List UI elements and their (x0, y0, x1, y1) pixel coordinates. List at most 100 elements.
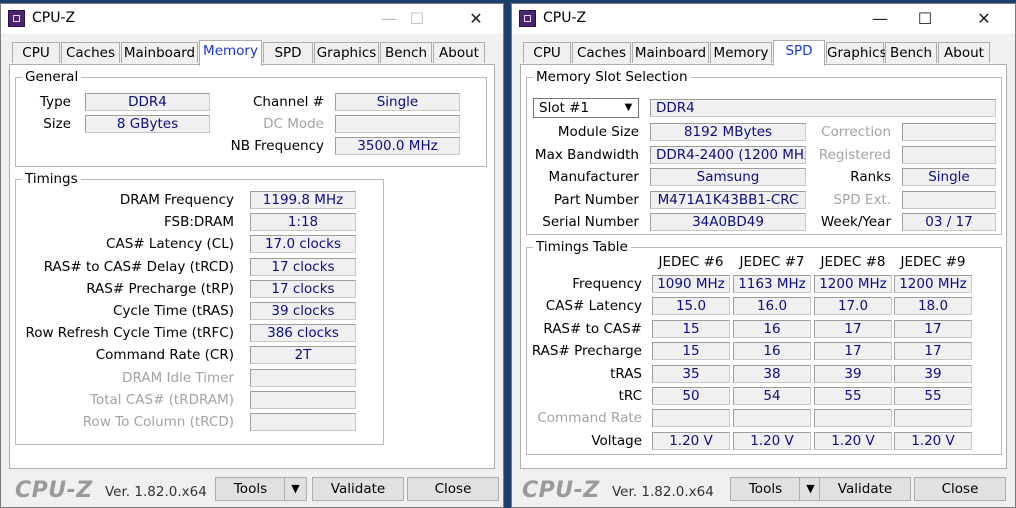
spd-cell: 1200 MHz (814, 275, 892, 293)
jedec-column-header: JEDEC #7 (739, 254, 805, 270)
jedec-column-header: JEDEC #9 (900, 254, 966, 270)
tab-mainboard[interactable]: Mainboard (632, 42, 709, 63)
tools-dropdown-arrow-icon[interactable]: ▼ (799, 478, 821, 500)
manufacturer-label: Manufacturer (548, 169, 639, 185)
window-title: CPU-Z (32, 10, 76, 26)
maximize-button[interactable]: ☐ (902, 4, 948, 34)
spd-cell: 1163 MHz (733, 275, 811, 293)
size-value: 8 GBytes (85, 115, 210, 133)
spd-row-label: Voltage (591, 432, 642, 449)
tab-memory[interactable]: Memory (199, 40, 262, 66)
memory-page: General Type DDR4 Size 8 GBytes Channel … (9, 64, 495, 469)
tab-about[interactable]: About (433, 42, 485, 63)
tab-graphics[interactable]: Graphics (826, 42, 887, 63)
chevron-down-icon[interactable]: ▼ (619, 99, 638, 117)
spd-cell: 17 (894, 319, 972, 338)
module-size-label: Module Size (557, 124, 639, 140)
timing-value: 1199.8 MHz (250, 191, 356, 209)
timing-value: 17 clocks (250, 279, 356, 298)
spd-row-label: RAS# to CAS# (543, 320, 642, 337)
ranks-label: Ranks (850, 169, 891, 185)
week-year-label: Week/Year (820, 214, 891, 230)
week-year-value: 03 / 17 (902, 213, 996, 231)
tab-memory[interactable]: Memory (710, 42, 772, 63)
dc-mode-value (335, 115, 460, 133)
tools-dropdown-arrow-icon[interactable]: ▼ (284, 478, 306, 500)
correction-value (902, 123, 996, 141)
part-number-value: M471A1K43BB1-CRC (650, 191, 806, 209)
tab-cpu[interactable]: CPU (12, 42, 60, 63)
spd-page: Memory Slot Selection Slot #1 ▼ DDR4 Mod… (520, 64, 1007, 469)
version-text: Ver. 1.82.0.x64 (612, 484, 714, 500)
spd-cell: 39 (814, 364, 892, 383)
cpuz-app-icon (519, 10, 536, 27)
spd-cell (733, 409, 811, 428)
spd-cell: 1090 MHz (652, 275, 730, 293)
timing-value (250, 390, 356, 409)
memory-slot-group: Memory Slot Selection Slot #1 ▼ DDR4 Mod… (526, 69, 1002, 235)
title-bar[interactable]: CPU-Z — ☐ ✕ (1, 4, 503, 34)
nb-frequency-value: 3500.0 MHz (335, 137, 460, 155)
spd-cell: 17 (814, 319, 892, 338)
close-window-button[interactable]: ✕ (453, 4, 499, 34)
jedec-column-header: JEDEC #8 (820, 254, 886, 270)
tab-caches[interactable]: Caches (572, 42, 631, 63)
tab-caches[interactable]: Caches (61, 42, 120, 63)
tab-cpu[interactable]: CPU (523, 42, 571, 63)
spd-row-label: Frequency (572, 276, 642, 292)
tab-bench[interactable]: Bench (885, 42, 937, 63)
title-bar[interactable]: CPU-Z — ☐ ✕ (512, 4, 1015, 34)
tab-spd[interactable]: SPD (263, 42, 313, 63)
cpuz-window-spd: CPU-Z — ☐ ✕ CPU Caches Mainboard Memory … (511, 3, 1016, 508)
timing-label: RAS# to CAS# Delay (tRCD) (43, 258, 234, 275)
tab-bench[interactable]: Bench (380, 42, 432, 63)
tab-mainboard[interactable]: Mainboard (121, 42, 198, 63)
correction-label: Correction (821, 124, 891, 140)
serial-number-value: 34A0BD49 (650, 213, 806, 231)
tab-graphics[interactable]: Graphics (314, 42, 379, 63)
timing-label: Row Refresh Cycle Time (tRFC) (25, 325, 234, 342)
tab-about[interactable]: About (938, 42, 990, 63)
timing-label: Total CAS# (tRDRAM) (90, 391, 234, 408)
minimize-button[interactable]: — (857, 4, 903, 34)
tools-button[interactable]: Tools ▼ (730, 477, 822, 501)
timing-value: 1:18 (250, 213, 356, 232)
cpuz-app-icon (8, 10, 25, 27)
spd-row-label: Command Rate (537, 410, 642, 427)
nb-frequency-label: NB Frequency (230, 138, 324, 154)
registered-label: Registered (818, 147, 891, 163)
tab-spd[interactable]: SPD (773, 40, 825, 66)
validate-button[interactable]: Validate (819, 477, 911, 501)
close-window-button[interactable]: ✕ (961, 4, 1007, 34)
validate-button[interactable]: Validate (312, 477, 404, 501)
module-size-value: 8192 MBytes (650, 123, 806, 141)
timings-group-title: Timings (22, 171, 81, 187)
timing-label: RAS# Precharge (tRP) (86, 280, 234, 297)
timing-value: 2T (250, 346, 356, 365)
spd-cell: 55 (894, 387, 972, 405)
jedec-column-header: JEDEC #6 (658, 254, 724, 270)
timing-label: DRAM Idle Timer (122, 369, 234, 386)
timing-label: Command Rate (CR) (95, 347, 234, 364)
registered-value (902, 146, 996, 164)
type-value: DDR4 (85, 93, 210, 111)
cpuz-window-memory: CPU-Z — ☐ ✕ CPU Caches Mainboard Memory … (0, 3, 504, 508)
close-button[interactable]: Close (914, 477, 1006, 501)
spd-cell (814, 409, 892, 428)
general-group: General Type DDR4 Size 8 GBytes Channel … (15, 69, 487, 167)
spd-row-label: RAS# Precharge (531, 343, 642, 360)
spd-cell: 16 (733, 319, 811, 338)
spd-cell: 1200 MHz (894, 275, 972, 293)
slot-select[interactable]: Slot #1 ▼ (533, 98, 639, 118)
timing-value (250, 368, 356, 387)
timing-label: DRAM Frequency (119, 192, 234, 208)
tools-button[interactable]: Tools ▼ (215, 477, 307, 501)
spd-cell: 38 (733, 364, 811, 383)
maximize-button[interactable]: ☐ (394, 4, 440, 34)
window-title: CPU-Z (543, 10, 587, 26)
spd-cell: 16 (733, 342, 811, 361)
version-text: Ver. 1.82.0.x64 (105, 484, 207, 500)
spd-cell: 16.0 (733, 297, 811, 316)
cpuz-brand-logo: CPU-Z (522, 478, 600, 503)
close-button[interactable]: Close (407, 477, 499, 501)
